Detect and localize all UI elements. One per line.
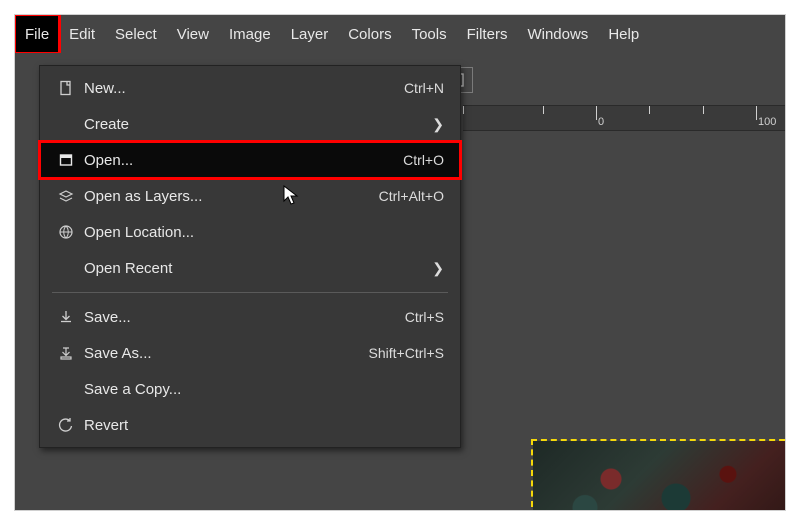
menuitem-label: Save... (80, 309, 405, 326)
ruler-tick-label: 0 (598, 116, 604, 128)
menuitem-label: Create (80, 116, 420, 133)
menuitem-label: New... (80, 80, 404, 97)
menuitem-label: Open Location... (80, 224, 444, 241)
menu-label: Tools (412, 26, 447, 43)
menuitem-create[interactable]: Create ❯ (40, 106, 460, 142)
menuitem-save[interactable]: Save... Ctrl+S (40, 299, 460, 335)
menu-separator (52, 292, 448, 293)
menu-label: File (25, 26, 49, 43)
menuitem-label: Open as Layers... (80, 188, 379, 205)
menu-label: Filters (467, 26, 508, 43)
menubar: File Edit Select View Image Layer Colors… (15, 15, 785, 53)
menu-filters[interactable]: Filters (457, 15, 518, 53)
menuitem-shortcut: Shift+Ctrl+S (369, 345, 444, 361)
file-new-icon (52, 80, 80, 96)
menu-file[interactable]: File (15, 15, 59, 53)
chevron-right-icon: ❯ (420, 116, 444, 133)
canvas[interactable] (463, 131, 785, 510)
menuitem-open-location[interactable]: Open Location... (40, 214, 460, 250)
menuitem-shortcut: Ctrl+Alt+O (379, 188, 444, 204)
image-selection[interactable] (533, 441, 786, 511)
menu-label: Select (115, 26, 157, 43)
menu-label: Image (229, 26, 271, 43)
revert-icon (52, 417, 80, 433)
menuitem-open[interactable]: Open... Ctrl+O (40, 142, 460, 178)
menu-label: Help (608, 26, 639, 43)
horizontal-ruler: 0 100 (463, 105, 785, 131)
menuitem-shortcut: Ctrl+S (405, 309, 444, 325)
menu-label: Edit (69, 26, 95, 43)
menu-view[interactable]: View (167, 15, 219, 53)
open-icon (52, 152, 80, 168)
save-as-icon (52, 345, 80, 361)
chevron-right-icon: ❯ (420, 260, 444, 277)
menu-select[interactable]: Select (105, 15, 167, 53)
menu-colors[interactable]: Colors (338, 15, 401, 53)
menu-label: Windows (527, 26, 588, 43)
menuitem-save-as[interactable]: Save As... Shift+Ctrl+S (40, 335, 460, 371)
menu-edit[interactable]: Edit (59, 15, 105, 53)
menu-help[interactable]: Help (598, 15, 649, 53)
file-dropdown: New... Ctrl+N Create ❯ Open... Ctrl+O Op… (39, 65, 461, 448)
menuitem-open-as-layers[interactable]: Open as Layers... Ctrl+Alt+O (40, 178, 460, 214)
menu-label: Colors (348, 26, 391, 43)
menu-label: View (177, 26, 209, 43)
menu-image[interactable]: Image (219, 15, 281, 53)
menuitem-revert[interactable]: Revert (40, 407, 460, 443)
ruler-tick-label: 100 (758, 116, 776, 128)
menuitem-label: Open Recent (80, 260, 420, 277)
menuitem-open-recent[interactable]: Open Recent ❯ (40, 250, 460, 286)
layers-icon (52, 188, 80, 204)
menuitem-shortcut: Ctrl+O (403, 152, 444, 168)
menuitem-label: Save a Copy... (80, 381, 444, 398)
menuitem-label: Open... (80, 152, 403, 169)
menu-windows[interactable]: Windows (517, 15, 598, 53)
globe-icon (52, 224, 80, 240)
menuitem-label: Save As... (80, 345, 369, 362)
menuitem-save-a-copy[interactable]: Save a Copy... (40, 371, 460, 407)
menuitem-new[interactable]: New... Ctrl+N (40, 70, 460, 106)
save-icon (52, 309, 80, 325)
menu-tools[interactable]: Tools (402, 15, 457, 53)
app-window: File Edit Select View Image Layer Colors… (14, 14, 786, 511)
menu-layer[interactable]: Layer (281, 15, 339, 53)
menuitem-shortcut: Ctrl+N (404, 80, 444, 96)
menuitem-label: Revert (80, 417, 444, 434)
menu-label: Layer (291, 26, 329, 43)
